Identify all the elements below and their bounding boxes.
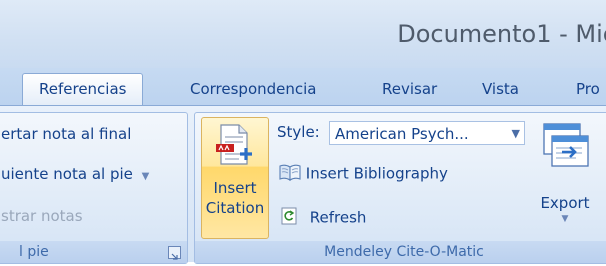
next-footnote-button[interactable]: uiente nota al pie ▼ bbox=[1, 165, 149, 183]
chevron-down-icon: ▼ bbox=[141, 171, 150, 182]
footnotes-group: ertar nota al final uiente nota al pie ▼… bbox=[0, 112, 188, 264]
style-label: Style: bbox=[277, 123, 320, 141]
mendeley-group-label: Mendeley Cite-O-Matic bbox=[195, 241, 606, 263]
insert-citation-icon bbox=[215, 124, 255, 166]
tab-correspondencia[interactable]: Correspondencia bbox=[190, 74, 317, 105]
export-label: Export bbox=[540, 194, 590, 212]
chevron-down-icon: ▼ bbox=[561, 214, 569, 224]
ribbon-tab-strip: Referencias Correspondencia Revisar Vist… bbox=[0, 68, 606, 106]
dialog-launcher-icon[interactable] bbox=[168, 246, 181, 260]
book-icon bbox=[279, 163, 301, 185]
chevron-down-icon: ▼ bbox=[511, 127, 520, 140]
ribbon-panel: ertar nota al final uiente nota al pie ▼… bbox=[0, 105, 606, 264]
insert-bibliography-label: Insert Bibliography bbox=[305, 164, 448, 183]
export-button[interactable]: Export ▼ bbox=[527, 117, 603, 239]
window-title: Documento1 - Mic bbox=[397, 20, 606, 48]
title-bar: Documento1 - Mic bbox=[0, 0, 606, 68]
insert-citation-label: Insert Citation bbox=[202, 178, 268, 218]
citation-style-dropdown[interactable]: American Psych... ▼ bbox=[329, 121, 525, 145]
insert-bibliography-button[interactable]: Insert Bibliography bbox=[279, 163, 448, 185]
tab-revisar[interactable]: Revisar bbox=[382, 74, 437, 105]
tab-referencias[interactable]: Referencias bbox=[22, 73, 144, 106]
insert-endnote-button[interactable]: ertar nota al final bbox=[1, 125, 131, 143]
show-notes-button[interactable]: strar notas bbox=[1, 207, 83, 225]
tab-pro[interactable]: Pro bbox=[576, 74, 600, 105]
insert-citation-label-line2: Citation bbox=[205, 199, 265, 217]
refresh-button[interactable]: Refresh bbox=[281, 207, 366, 229]
footnotes-group-title: l pie bbox=[19, 244, 49, 260]
refresh-icon bbox=[281, 207, 297, 229]
insert-citation-button[interactable]: Insert Citation bbox=[201, 117, 269, 239]
insert-citation-label-line1: Insert bbox=[213, 179, 257, 197]
tab-vista[interactable]: Vista bbox=[482, 74, 519, 105]
next-footnote-label: uiente nota al pie bbox=[1, 165, 133, 183]
footnotes-group-label: l pie bbox=[0, 241, 187, 263]
mendeley-group: Insert Citation Style: American Psych...… bbox=[194, 112, 606, 264]
citation-style-value: American Psych... bbox=[335, 125, 469, 143]
export-icon bbox=[540, 122, 590, 170]
refresh-label: Refresh bbox=[309, 208, 367, 227]
